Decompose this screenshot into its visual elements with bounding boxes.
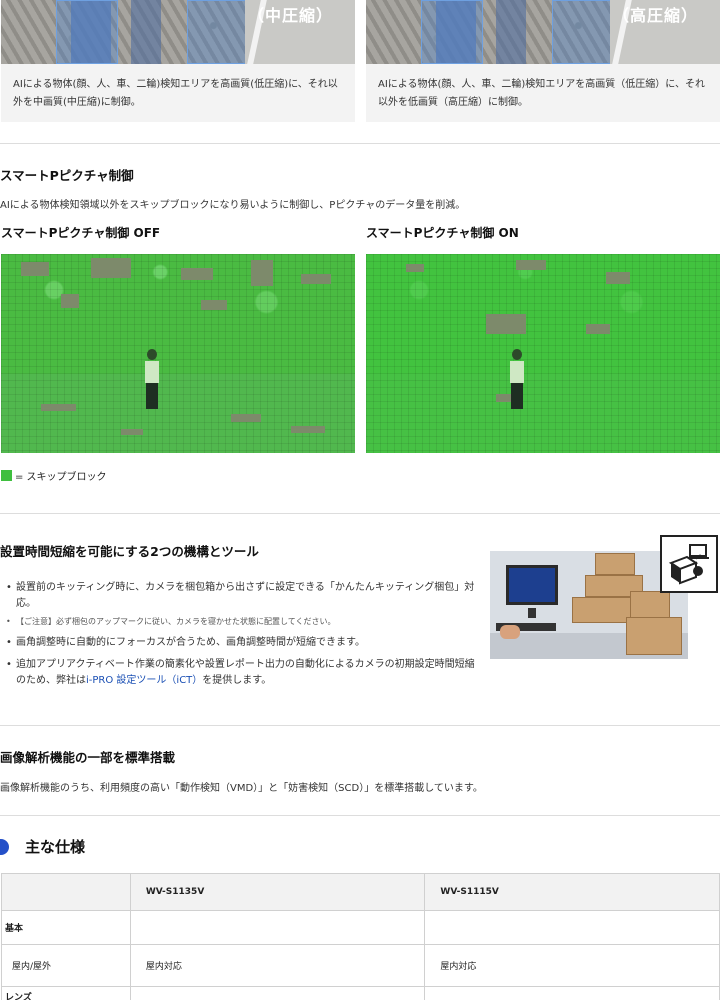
table-row: 屋内/屋外 屋内対応 屋内対応	[1, 944, 720, 987]
table-cell	[424, 986, 720, 1000]
spec-table: WV-S1135V WV-S1115V 基本 屋内/屋外 屋内対応 屋内対応 レ…	[1, 873, 720, 1000]
high-compression-image: （高圧縮）	[366, 0, 720, 64]
table-cell	[129, 910, 426, 945]
table-category-row: 基本	[1, 910, 720, 945]
compression-comparison: （中圧縮） AIによる物体(顔、人、車、二輪)検知エリアを高画質(低圧縮)に、そ…	[0, 0, 720, 122]
table-cell: 屋内対応	[424, 944, 720, 987]
table-header-cell	[1, 873, 131, 911]
tools-feature-list: 設置前のキッティング時に、カメラを梱包箱から出さずに設定できる「かんたんキッティ…	[6, 580, 476, 689]
kitting-text: 設置前のキッティング時に、カメラを梱包箱から出さずに設定できる「かんたんキッティ…	[16, 582, 475, 609]
row-label: 屋内/屋外	[1, 944, 131, 987]
list-item: 画角調整時に自動的にフォーカスが合うため、画角調整時間が短縮できます。	[6, 635, 476, 651]
ict-tool-link[interactable]: i-PRO 設定ツール（iCT）	[86, 675, 202, 686]
kitting-note: 【ご注意】必ず梱包のアップマークに従い、カメラを寝かせた状態に配置してください。	[6, 615, 476, 629]
tools-title: 設置時間短縮を可能にする2つの機構とツール	[0, 544, 259, 559]
compression-badge: （中圧縮）	[247, 6, 333, 25]
table-header-row: WV-S1135V WV-S1115V	[1, 873, 720, 911]
section-divider	[0, 815, 720, 816]
compression-badge: （高圧縮）	[612, 6, 698, 25]
table-cell	[129, 986, 426, 1000]
table-cell	[424, 910, 720, 945]
category-label: 基本	[1, 910, 131, 945]
smart-p-title: スマートPピクチャ制御	[0, 168, 134, 183]
table-category-row: レンズ	[1, 986, 720, 1000]
category-label: レンズ	[1, 986, 131, 1000]
analysis-description: 画像解析機能のうち、利用頻度の高い「動作検知（VMD）」と「妨害検知（SCD）」…	[0, 783, 483, 794]
heading-accent-bar	[0, 838, 9, 855]
table-cell: 屋内対応	[129, 944, 426, 987]
skip-block-swatch	[1, 470, 12, 481]
spec-heading: 主な仕様	[0, 836, 85, 857]
medium-compression-card: （中圧縮） AIによる物体(顔、人、車、二輪)検知エリアを高画質(低圧縮)に、そ…	[1, 0, 355, 122]
compression-description: AIによる物体(顔、人、車、二輪)検知エリアを高画質(低圧縮)に、それ以外を中画…	[13, 79, 338, 108]
list-item: 設置前のキッティング時に、カメラを梱包箱から出さずに設定できる「かんたんキッティ…	[6, 580, 476, 612]
camera-box-laptop-icon	[660, 535, 718, 593]
section-divider	[0, 725, 720, 726]
model-column-header: WV-S1135V	[129, 873, 426, 911]
skip-block-legend-text: = スキップブロック	[15, 472, 107, 483]
compression-description: AIによる物体(顔、人、車、二輪)検知エリアを高画質（低圧縮）に、それ以外を低画…	[378, 79, 705, 108]
smart-p-description: AIによる物体検知領域以外をスキップブロックになり易いように制御し、Pピクチャの…	[0, 200, 466, 211]
smart-p-on-image	[366, 254, 720, 453]
spec-title: 主な仕様	[25, 838, 86, 856]
smart-p-on-label: スマートPピクチャ制御 ON	[366, 226, 519, 240]
analysis-title: 画像解析機能の一部を標準搭載	[0, 750, 176, 765]
section-divider	[0, 143, 720, 144]
ict-text-suffix: を提供します。	[202, 675, 272, 686]
model-column-header: WV-S1115V	[424, 873, 720, 911]
smart-p-off-label: スマートPピクチャ制御 OFF	[1, 226, 161, 240]
smart-p-off-image	[1, 254, 355, 453]
kitting-setup-photo	[490, 551, 688, 659]
medium-compression-image: （中圧縮）	[1, 0, 355, 64]
focus-text: 画角調整時に自動的にフォーカスが合うため、画角調整時間が短縮できます。	[16, 637, 365, 648]
skip-block-legend: = スキップブロック	[1, 468, 107, 483]
section-divider	[0, 513, 720, 514]
high-compression-card: （高圧縮） AIによる物体(顔、人、車、二輪)検知エリアを高画質（低圧縮）に、そ…	[366, 0, 720, 122]
list-item: 追加アプリアクティベート作業の簡素化や設置レポート出力の自動化によるカメラの初期…	[6, 657, 476, 689]
